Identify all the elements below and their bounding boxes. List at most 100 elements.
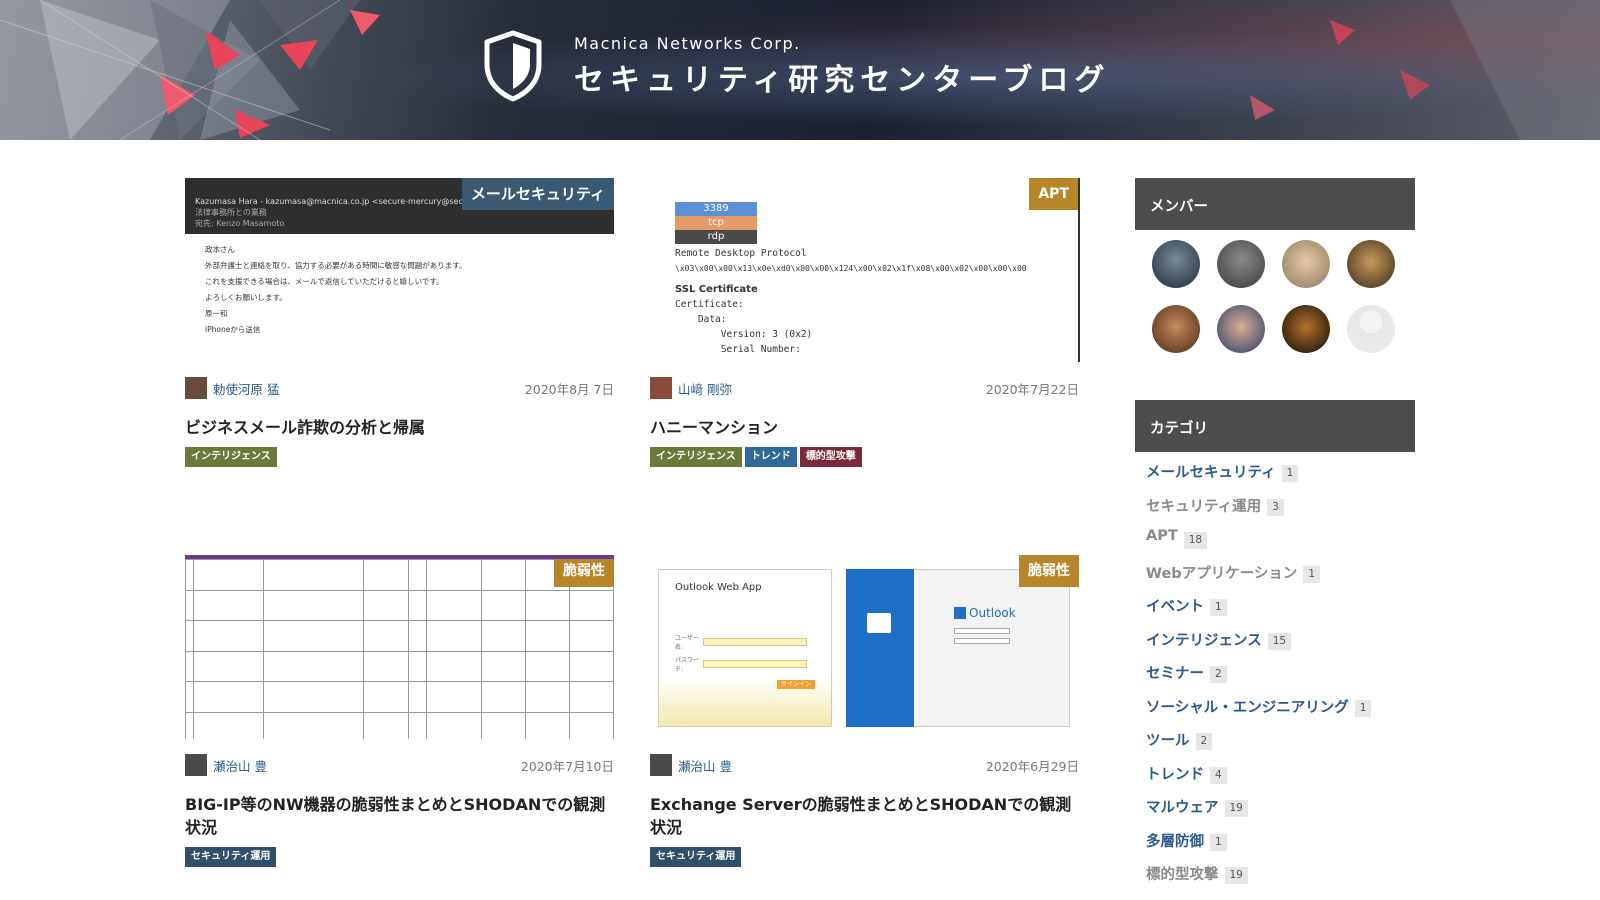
post-thumbnail[interactable]: 3389 tcp rdp Remote Desktop Protocol \x0… [650,178,1080,362]
owa-title: Outlook Web App [675,582,762,593]
category-item: ツール 2 [1146,729,1371,763]
post-card[interactable]: Kazumasa Hara - kazumasa@macnica.co.jp <… [185,178,614,467]
category-link-social-engineering[interactable]: ソーシャル・エンジニアリング [1146,696,1349,717]
tag-security-operations[interactable]: セキュリティ運用 [185,847,277,867]
protocol-box: tcp [675,216,757,230]
post-date: 2020年7月22日 [985,381,1079,397]
category-link-mail-security[interactable]: メールセキュリティ [1146,461,1276,482]
category-item: インテリジェンス 15 [1146,629,1371,663]
category-item: ソーシャル・エンジニアリング 1 [1146,696,1372,730]
author-avatar[interactable] [185,754,207,776]
author-link[interactable]: 瀬治山 豊 [678,756,732,775]
post-date: 2020年7月10日 [520,758,614,774]
author-avatar[interactable] [185,377,207,399]
author-link[interactable]: 瀬治山 豊 [213,756,267,775]
post-title-link[interactable]: ビジネスメール詐欺の分析と帰属 [185,416,614,439]
post-thumbnail[interactable]: Outlook Web App ユーザー名: パスワード: サインイン Outl… [650,555,1079,739]
post-title-link[interactable]: BIG-IP等のNW機器の脆弱性まとめとSHODANでの観測状況 [185,793,614,839]
site-brand[interactable]: Macnica Networks Corp. セキュリティ研究センターブログ [482,30,1110,102]
author-avatar[interactable] [650,754,672,776]
category-count: 2 [1210,666,1227,683]
category-badge[interactable]: 脆弱性 [1019,555,1079,587]
email-body-line: 政本さん [205,245,235,254]
scan-line: Certificate: [675,299,744,310]
categories-heading: カテゴリ [1135,400,1415,452]
category-link-intelligence[interactable]: インテリジェンス [1146,629,1262,650]
outlook-login-screenshot: Outlook [914,569,1070,727]
member-avatar[interactable] [1217,240,1265,288]
category-item: イベント 1 [1146,595,1371,629]
owa-pass-label: パスワード: [675,657,700,673]
post-card[interactable]: 3389 tcp rdp Remote Desktop Protocol \x0… [650,178,1080,467]
outlook-blue-panel [846,569,914,727]
category-link-seminar[interactable]: セミナー [1146,662,1204,683]
author-link[interactable]: 山﨑 剛弥 [678,379,732,398]
tag-security-operations[interactable]: セキュリティ運用 [650,847,742,867]
company-name: Macnica Networks Corp. [574,33,801,53]
category-item: セキュリティ運用 3 [1146,495,1371,529]
category-badge[interactable]: メールセキュリティ [461,178,614,210]
category-item: 標的型攻撃 19 [1146,863,1371,897]
member-avatar[interactable] [1217,305,1265,353]
category-count: 1 [1210,599,1227,616]
service-box: rdp [675,230,757,244]
scan-line: SSL Certificate [675,284,758,295]
category-count: 15 [1267,632,1292,650]
category-link-event[interactable]: イベント [1146,595,1204,616]
scan-line: Data: [675,314,727,325]
scan-line: Remote Desktop Protocol [675,248,807,259]
tag-targeted-attack[interactable]: 標的型攻撃 [799,447,862,467]
category-link-security-operations[interactable]: セキュリティ運用 [1146,495,1261,516]
email-body-line: 原一和 [205,309,228,318]
blog-title[interactable]: セキュリティ研究センターブログ [574,55,1110,99]
post-title-link[interactable]: ハニーマンション [650,416,1079,439]
category-link-targeted-attack[interactable]: 標的型攻撃 [1146,863,1219,884]
post-thumbnail[interactable]: Kazumasa Hara - kazumasa@macnica.co.jp <… [185,178,614,362]
tag-intelligence[interactable]: インテリジェンス [650,447,742,467]
member-avatar[interactable] [1152,305,1200,353]
email-body-line: よろしくお願いします。 [205,293,287,302]
category-badge[interactable]: 脆弱性 [554,559,614,587]
shield-logo-icon [484,30,542,102]
member-avatar[interactable] [1282,305,1330,353]
members-heading: メンバー [1135,178,1415,230]
category-item: セミナー 2 [1146,662,1371,696]
category-badge[interactable]: APT [1029,178,1078,210]
category-count: 2 [1195,733,1213,750]
author-link[interactable]: 勅使河原 猛 [213,379,279,398]
category-list: メールセキュリティ 1 セキュリティ運用 3 APT 18 Webアプリケーション 1 … [1146,461,1372,897]
member-avatar[interactable] [1347,240,1395,288]
post-title-link[interactable]: Exchange Serverの脆弱性まとめとSHODANでの観測状況 [650,793,1079,839]
category-link-trend[interactable]: トレンド [1146,763,1204,784]
scan-line: Serial Number: [675,344,801,355]
category-link-web-application[interactable]: Webアプリケーション [1146,562,1297,583]
category-link-tools[interactable]: ツール [1146,729,1190,750]
category-count: 4 [1210,766,1227,784]
post-card[interactable]: Outlook Web App ユーザー名: パスワード: サインイン Outl… [650,555,1079,867]
member-avatar-placeholder[interactable] [1347,305,1395,353]
post-card[interactable]: 脆弱性 瀬治山 豊 2020年7月10日 BIG-IP等のNW機器の脆弱性まとめ… [185,555,614,867]
category-count: 19 [1224,800,1248,817]
tag-intelligence[interactable]: インテリジェンス [185,447,277,467]
category-item: 多層防御 1 [1146,830,1371,864]
category-count: 19 [1224,867,1248,884]
category-count: 18 [1183,532,1208,549]
post-thumbnail[interactable]: 脆弱性 [185,555,614,739]
category-item: トレンド 4 [1146,763,1371,797]
outlook-label: Outlook [969,606,1016,620]
author-avatar[interactable] [650,377,672,399]
member-avatar[interactable] [1282,240,1330,288]
owa-signin-button: サインイン [776,680,815,689]
category-link-apt[interactable]: APT [1146,528,1178,544]
category-link-malware[interactable]: マルウェア [1146,796,1219,817]
category-link-defense-in-depth[interactable]: 多層防御 [1146,830,1204,851]
email-body-line: iPhoneから送信 [205,325,261,334]
tag-trend[interactable]: トレンド [744,447,797,467]
owa-user-label: ユーザー名: [675,635,699,651]
header-banner[interactable]: Macnica Networks Corp. セキュリティ研究センターブログ [0,0,1600,140]
scan-line: \x03\x00\x00\x13\x0e\xd0\x00\x00\x124\x0… [675,264,1027,273]
member-avatar[interactable] [1152,240,1200,288]
post-date: 2020年6月29日 [985,758,1079,774]
category-count: 1 [1210,833,1227,851]
owa-login-screenshot: Outlook Web App ユーザー名: パスワード: サインイン [658,569,832,727]
